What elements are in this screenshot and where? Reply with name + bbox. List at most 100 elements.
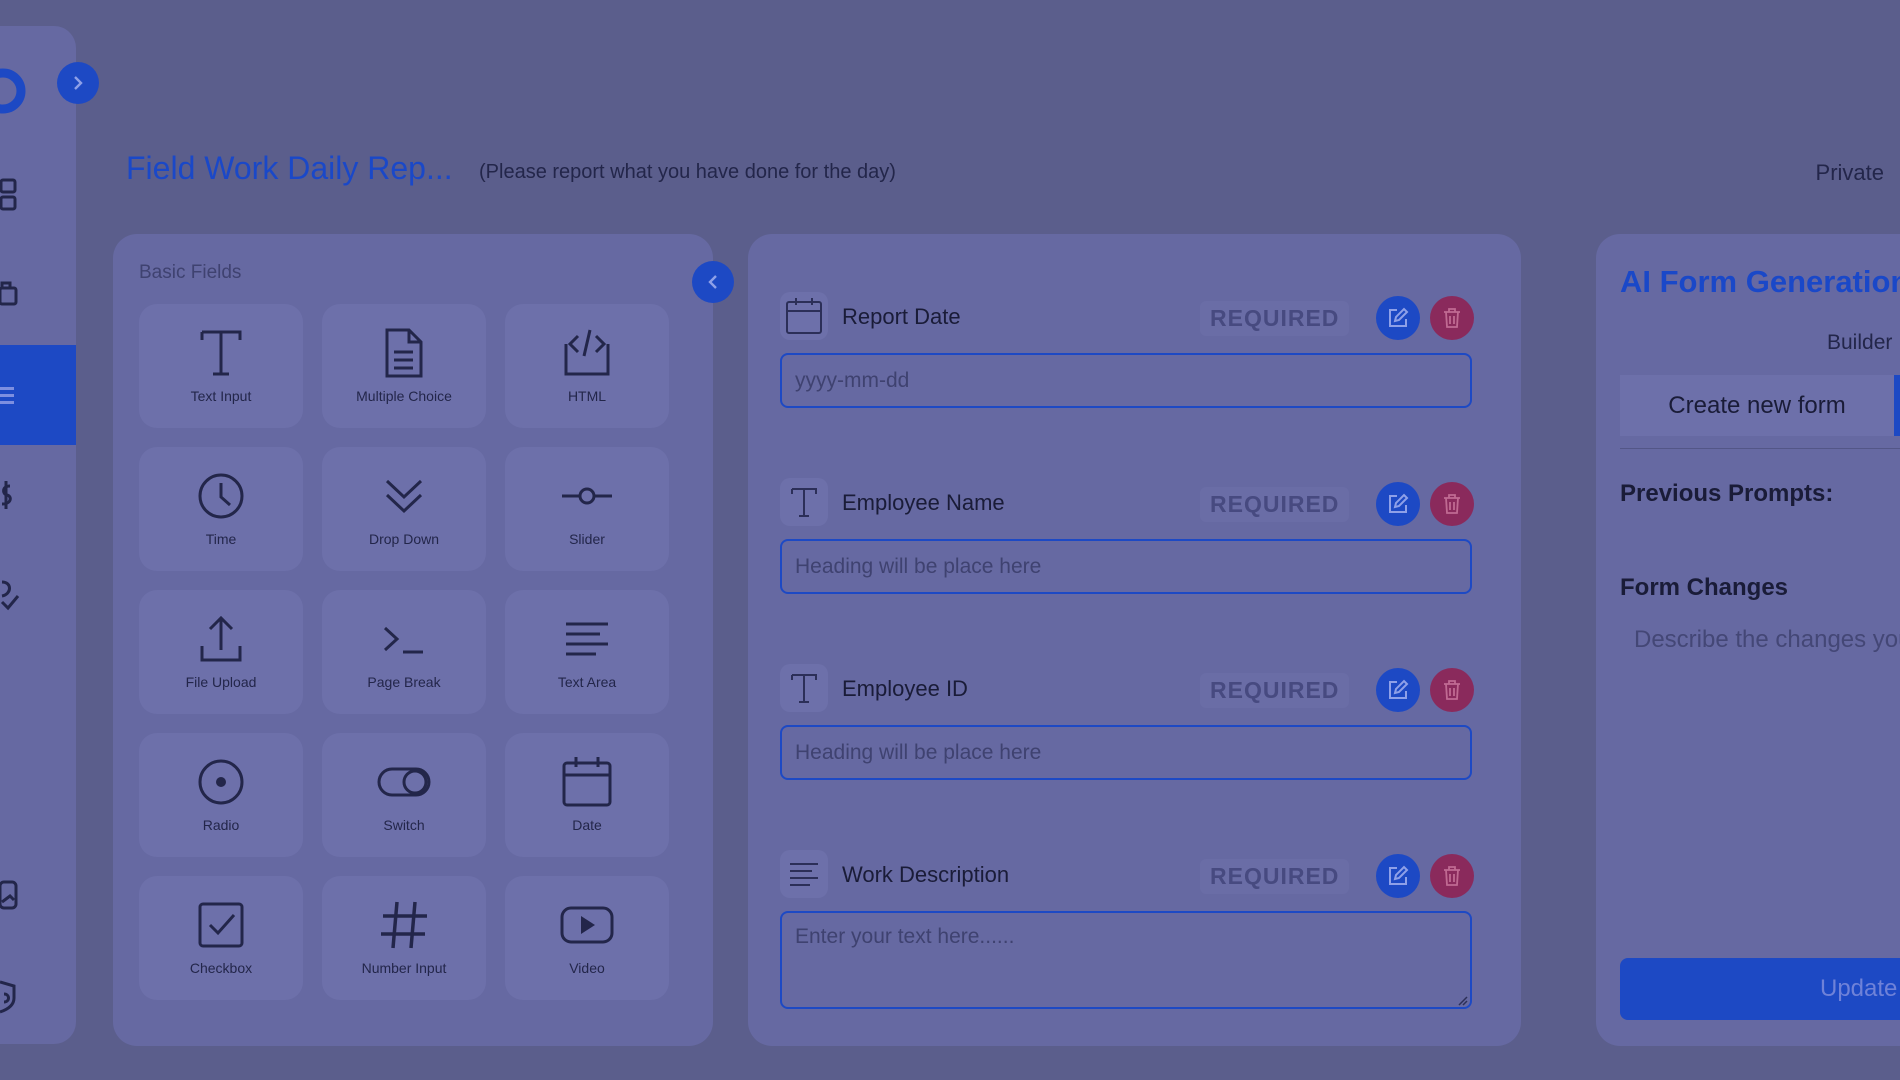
field-tile-label: Text Input [190, 388, 252, 404]
field-tile-label: Date [572, 817, 602, 833]
question-label: Report Date [842, 304, 961, 329]
field-tile-label: File Upload [185, 674, 257, 690]
work-description-textarea[interactable] [780, 911, 1472, 1009]
ai-form-generation-panel: AI Form Generation Builder Create new fo… [1596, 234, 1900, 1046]
delete-button[interactable] [1430, 482, 1474, 526]
employee-name-input[interactable] [780, 539, 1472, 594]
image-icon[interactable] [0, 878, 20, 912]
shield-icon[interactable] [0, 976, 18, 1014]
field-tile-page-break[interactable]: Page Break [322, 590, 486, 714]
question-label: Work Description [842, 862, 1010, 887]
edit-icon [1389, 865, 1409, 885]
terminal-icon [383, 626, 423, 654]
text-input-icon [200, 330, 242, 376]
field-tile-label: Slider [569, 531, 605, 547]
text-lines-icon [566, 622, 608, 656]
field-tile-label: Number Input [361, 960, 447, 976]
chevron-left-icon [708, 275, 717, 289]
edit-button[interactable] [1376, 296, 1420, 340]
video-icon [560, 906, 614, 944]
briefcase-icon[interactable] [0, 280, 20, 310]
field-tile-label: Checkbox [189, 960, 253, 976]
employee-id-input[interactable] [780, 725, 1472, 780]
form-changes-label: Form Changes [1620, 574, 1789, 601]
field-tile-date[interactable]: Date [505, 733, 669, 857]
delete-button[interactable] [1430, 296, 1474, 340]
chevron-right-icon [74, 76, 83, 90]
dollar-icon[interactable] [0, 478, 16, 514]
tab-create-new-form[interactable]: Create new form [1620, 375, 1894, 436]
ai-panel-title: AI Form Generation [1620, 264, 1900, 299]
delete-button[interactable] [1430, 668, 1474, 712]
checkbox-icon [198, 902, 244, 948]
field-tile-video[interactable]: Video [505, 876, 669, 1000]
previous-prompts-label: Previous Prompts: [1620, 480, 1834, 507]
field-tile-label: Switch [383, 817, 425, 833]
tab-indicator [1894, 375, 1900, 436]
question-employee-id: Employee ID REQUIRED [780, 660, 1474, 780]
collapse-fields-button[interactable] [692, 261, 734, 303]
field-tile-label: Radio [202, 817, 240, 833]
form-title[interactable]: Field Work Daily Rep... [126, 150, 453, 187]
trash-icon [1444, 866, 1460, 886]
basic-fields-panel: Basic Fields Text Input Multiple Choice [113, 234, 713, 1046]
privacy-status[interactable]: Private [1816, 160, 1884, 186]
field-tile-drop-down[interactable]: Drop Down [322, 447, 486, 571]
field-tile-html[interactable]: HTML [505, 304, 669, 428]
field-tile-label: Video [569, 960, 605, 976]
form-changes-textarea[interactable] [1620, 614, 1900, 934]
expand-sidebar-button[interactable] [57, 62, 99, 104]
calendar-icon [562, 757, 612, 807]
field-tile-label: Text Area [557, 674, 617, 690]
edit-button[interactable] [1376, 854, 1420, 898]
trash-icon [1444, 680, 1460, 700]
field-tile-radio[interactable]: Radio [139, 733, 303, 857]
field-tile-slider[interactable]: Slider [505, 447, 669, 571]
field-tile-text-input[interactable]: Text Input [139, 304, 303, 428]
text-lines-icon [780, 850, 828, 898]
switch-icon [377, 767, 431, 797]
edit-icon [1389, 307, 1409, 327]
checklist-icon[interactable] [0, 574, 20, 614]
field-tile-number-input[interactable]: Number Input [322, 876, 486, 1000]
field-tile-multiple-choice[interactable]: Multiple Choice [322, 304, 486, 428]
trash-icon [1444, 494, 1460, 514]
delete-button[interactable] [1430, 854, 1474, 898]
edit-button[interactable] [1376, 668, 1420, 712]
field-tile-label: Time [205, 531, 237, 547]
form-builder-panel: Report Date REQUIRED Employee Name REQUI… [748, 234, 1521, 1046]
question-work-description: Work Description REQUIRED [780, 846, 1474, 1009]
sidebar-item-forms-active[interactable] [0, 345, 76, 445]
edit-icon [1389, 679, 1409, 699]
slider-icon [562, 487, 612, 505]
question-employee-name: Employee Name REQUIRED [780, 474, 1474, 594]
text-input-icon [780, 664, 828, 712]
app-root: Field Work Daily Rep... (Please report w… [0, 0, 1900, 1080]
field-tile-time[interactable]: Time [139, 447, 303, 571]
report-date-input[interactable] [780, 353, 1472, 408]
clock-icon [198, 473, 244, 519]
calendar-icon [780, 292, 828, 340]
required-badge[interactable]: REQUIRED [1200, 301, 1350, 336]
radio-icon [198, 759, 244, 805]
field-tile-label: HTML [567, 388, 607, 404]
field-tile-switch[interactable]: Switch [322, 733, 486, 857]
required-badge[interactable]: REQUIRED [1200, 673, 1350, 708]
field-tile-label: Drop Down [368, 531, 440, 547]
field-tile-text-area[interactable]: Text Area [505, 590, 669, 714]
chevron-down-icon [385, 479, 423, 514]
edit-icon [1389, 493, 1409, 513]
field-tile-file-upload[interactable]: File Upload [139, 590, 303, 714]
document-icon [385, 328, 423, 378]
tab-builder[interactable]: Builder [1827, 331, 1892, 355]
field-tile-checkbox[interactable]: Checkbox [139, 876, 303, 1000]
code-icon [564, 329, 610, 376]
dashboard-icon[interactable] [0, 178, 18, 212]
divider [1620, 448, 1900, 449]
required-badge[interactable]: REQUIRED [1200, 859, 1350, 894]
update-button[interactable]: Update [1620, 958, 1900, 1020]
edit-button[interactable] [1376, 482, 1420, 526]
resize-handle-icon[interactable] [1456, 994, 1468, 1006]
required-badge[interactable]: REQUIRED [1200, 487, 1350, 522]
trash-icon [1444, 308, 1460, 328]
